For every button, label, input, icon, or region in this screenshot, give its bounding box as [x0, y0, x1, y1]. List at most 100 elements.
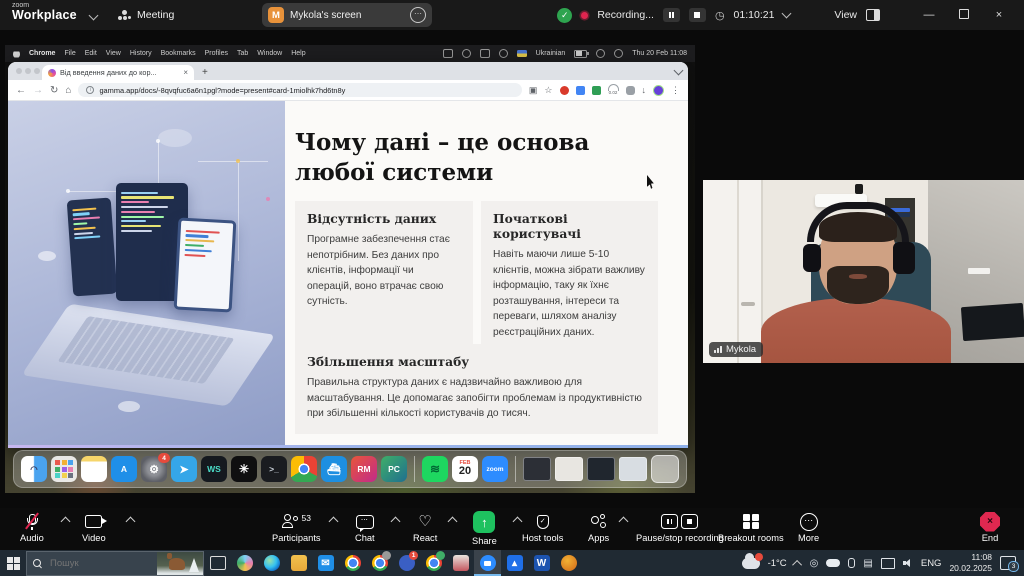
dock-chatgpt-icon[interactable]: ✳ — [231, 456, 257, 482]
dock-spotify-icon[interactable]: ≋ — [422, 456, 448, 482]
taskbar-people-icon[interactable]: 1 — [393, 550, 420, 576]
taskbar-edge-icon[interactable] — [258, 550, 285, 576]
more-button[interactable]: ⋯ More — [798, 513, 819, 543]
focus-moon-icon[interactable] — [499, 49, 508, 58]
mac-menu-profiles[interactable]: Profiles — [205, 50, 228, 57]
battery-icon[interactable] — [574, 50, 587, 58]
share-chevron-icon[interactable] — [513, 517, 523, 527]
host-tools-button[interactable]: ✓ Host tools — [522, 513, 563, 543]
taskbar-search[interactable] — [26, 551, 204, 576]
mac-zoom-traffic-light[interactable] — [34, 68, 40, 74]
chevron-down-icon[interactable] — [782, 9, 792, 19]
new-tab-button[interactable]: + — [202, 67, 208, 78]
back-icon[interactable]: ← — [16, 85, 26, 96]
dock-webstorm-icon[interactable]: WS — [201, 456, 227, 482]
video-options-chevron-icon[interactable] — [126, 517, 136, 527]
tray-mic-icon[interactable] — [848, 558, 855, 568]
ellipsis-icon[interactable]: ⋯ — [410, 7, 426, 23]
spotlight-search-icon[interactable] — [614, 49, 623, 58]
dock-minimized-window[interactable] — [523, 457, 551, 481]
input-source-label[interactable]: Ukrainian — [536, 50, 566, 57]
tab-close-icon[interactable]: × — [183, 68, 188, 77]
extension-icon[interactable] — [560, 86, 569, 95]
share-button[interactable]: ↑ Share — [472, 511, 497, 546]
end-button[interactable]: × End — [980, 513, 1000, 543]
react-chevron-icon[interactable] — [448, 517, 458, 527]
apple-logo-icon[interactable] — [13, 50, 20, 58]
participants-chevron-icon[interactable] — [329, 517, 339, 527]
video-button[interactable]: Video — [82, 513, 106, 543]
participants-button[interactable]: 53 Participants — [272, 513, 321, 543]
react-button[interactable]: ♡ React — [413, 513, 437, 543]
display-icon[interactable] — [480, 49, 490, 58]
apps-chevron-icon[interactable] — [619, 517, 629, 527]
taskbar-photos-icon[interactable]: ▴ — [501, 550, 528, 576]
apps-button[interactable]: Apps — [588, 513, 609, 543]
volume-icon[interactable] — [903, 558, 913, 568]
weather-icon[interactable] — [742, 558, 760, 569]
mac-menu-tab[interactable]: Tab — [237, 50, 248, 57]
view-layout-icon[interactable] — [866, 9, 880, 21]
taskbar-chrome-icon[interactable] — [339, 550, 366, 576]
dock-minimized-window[interactable] — [619, 457, 647, 481]
breakout-rooms-button[interactable]: Breakout rooms — [718, 513, 784, 543]
dock-appstore-icon[interactable]: A — [111, 456, 137, 482]
start-button[interactable] — [0, 550, 26, 576]
mac-close-traffic-light[interactable] — [16, 68, 22, 74]
dock-finder-icon[interactable]: ◠ — [21, 456, 47, 482]
language-indicator[interactable]: ENG — [921, 558, 942, 569]
taskbar-explorer-icon[interactable] — [285, 550, 312, 576]
omnibox[interactable]: i gamma.app/docs/-8qvqfuc6a6n1pgl?mode=p… — [78, 83, 521, 97]
task-view-button[interactable] — [204, 550, 231, 576]
dock-zoom-icon[interactable]: zoom — [482, 456, 508, 482]
extension-gauge-icon[interactable]: 0.02 — [608, 84, 619, 96]
taskbar-mail-icon[interactable]: ✉ — [312, 550, 339, 576]
extensions-puzzle-icon[interactable] — [626, 86, 635, 95]
stop-recording-button[interactable] — [689, 8, 706, 22]
tab-meeting[interactable]: Meeting — [118, 0, 174, 30]
search-highlight-deer-art[interactable] — [157, 552, 203, 576]
close-button[interactable]: × — [986, 9, 1012, 21]
mac-menu-history[interactable]: History — [130, 50, 152, 57]
network-icon[interactable] — [881, 558, 895, 569]
site-info-icon[interactable]: i — [86, 86, 94, 94]
dock-pycharm-icon[interactable]: PC — [381, 456, 407, 482]
dock-rubymine-icon[interactable]: RM — [351, 456, 377, 482]
menu-extra-icon[interactable] — [462, 49, 471, 58]
taskbar-zoom-icon[interactable] — [474, 550, 501, 576]
audio-button[interactable]: Audio — [20, 513, 44, 543]
download-icon[interactable]: ↓ — [642, 85, 647, 95]
webcam-video-mykola[interactable]: Mykola — [703, 180, 1024, 363]
browser-tab[interactable]: Від введення даних до кор... × — [42, 65, 194, 80]
reload-icon[interactable]: ↻ — [50, 85, 58, 96]
mac-menu-file[interactable]: File — [64, 50, 75, 57]
menu-extra-icon[interactable] — [443, 49, 453, 58]
tab-search-chevron-icon[interactable] — [674, 66, 684, 76]
taskbar-copilot-icon[interactable] — [231, 550, 258, 576]
clock-date[interactable]: 11:08 20.02.2025 — [949, 552, 992, 573]
action-center-icon[interactable]: 3 — [1000, 556, 1016, 570]
dock-trash-icon[interactable] — [651, 455, 679, 483]
mac-clock[interactable]: Thu 20 Feb 11:08 — [632, 50, 687, 57]
pause-stop-recording-button[interactable]: Pause/stop recording — [636, 513, 724, 543]
chat-chevron-icon[interactable] — [391, 517, 401, 527]
bookmark-star-icon[interactable]: ☆ — [544, 85, 552, 96]
onedrive-icon[interactable] — [826, 559, 840, 567]
mac-minimize-traffic-light[interactable] — [25, 68, 31, 74]
pause-recording-button[interactable] — [663, 8, 680, 22]
taskbar-word-icon[interactable]: W — [528, 550, 555, 576]
dock-minimized-window[interactable] — [555, 457, 583, 481]
tab-mykolas-screen[interactable]: M Mykola's screen ⋯ — [262, 3, 432, 27]
mac-menu-help[interactable]: Help — [291, 50, 305, 57]
dock-telegram-icon[interactable]: ➤ — [171, 456, 197, 482]
security-shield-icon[interactable]: ✓ — [557, 8, 572, 23]
dock-chrome-icon[interactable] — [291, 456, 317, 482]
extension-icon[interactable] — [592, 86, 601, 95]
forward-icon[interactable]: → — [33, 85, 43, 96]
dock-settings-icon[interactable]: ⚙4 — [141, 456, 167, 482]
taskbar-emoji-app-icon[interactable] — [555, 550, 582, 576]
input-source-flag-icon[interactable] — [517, 50, 527, 57]
zoom-workplace-logo[interactable]: zoom Workplace — [12, 2, 77, 22]
home-icon[interactable]: ⌂ — [65, 85, 71, 96]
mac-menu-edit[interactable]: Edit — [85, 50, 97, 57]
